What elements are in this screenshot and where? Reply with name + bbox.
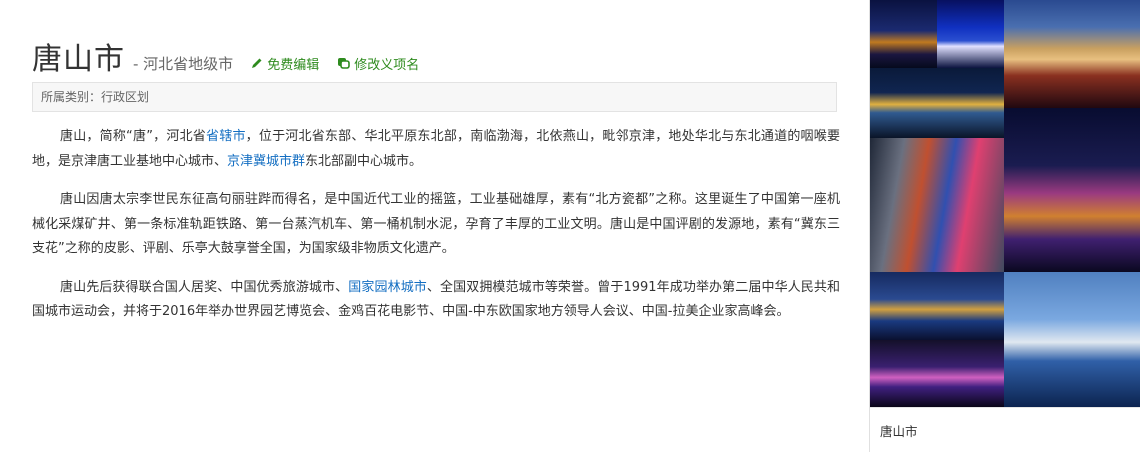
photo-night-bridge-skyline[interactable] (870, 0, 937, 68)
entry-link[interactable]: 京津冀城市群 (227, 154, 305, 169)
edit-button[interactable]: 免费编辑 (251, 54, 319, 73)
photo-arch-bridge-lights[interactable] (870, 68, 1004, 138)
paragraph-text: 东北部副中心城市。 (305, 153, 423, 169)
photo-highrise-aerial[interactable] (870, 138, 1004, 272)
entry-main: 唐山市 - 河北省地级市 免费编辑 修改义项名 所属类别：行政区划 唐山，简称“… (0, 0, 868, 452)
photo-waterfront-city[interactable] (870, 272, 1004, 340)
photo-purple-night-building[interactable] (870, 340, 1004, 407)
modify-name-button[interactable]: 修改义项名 (337, 54, 419, 73)
summary-paragraph: 唐山，简称“唐”，河北省省辖市，位于河北省东部、华北平原东北部，南临渤海，北依燕… (32, 125, 840, 174)
album-caption-box[interactable]: 唐山市 (870, 407, 1140, 452)
photo-cable-bridge[interactable] (1004, 272, 1140, 407)
edit-button-label: 免费编辑 (267, 57, 320, 73)
paragraph-text: 唐山因唐太宗李世民东征高句丽驻跸而得名，是中国近代工业的摇篮，工业基础雄厚，素有… (32, 192, 840, 256)
summary-paragraph: 唐山先后获得联合国人居奖、中国优秀旅游城市、国家园林城市、全国双拥模范城市等荣誉… (32, 276, 840, 325)
paragraph-text: 唐山先后获得联合国人居奖、中国优秀旅游城市、 (60, 279, 349, 295)
entry-link[interactable]: 省辖市 (206, 129, 246, 144)
category-box: 所属类别：行政区划 (32, 82, 837, 112)
photo-railway-station[interactable] (1004, 0, 1140, 108)
entry-link[interactable]: 国家园林城市 (348, 280, 427, 295)
paragraph-text: 唐山，简称“唐”，河北省 (60, 129, 207, 144)
baike-entry-page: 唐山市 - 河北省地级市 免费编辑 修改义项名 所属类别：行政区划 唐山，简称“… (0, 0, 1140, 452)
photo-river-panorama[interactable] (1004, 108, 1140, 272)
summary-paragraph: 唐山因唐太宗李世民东征高句丽驻跸而得名，是中国近代工业的摇篮，工业基础雄厚，素有… (32, 188, 840, 262)
modify-name-label: 修改义项名 (354, 57, 420, 73)
album-sidebar: 唐山市 (869, 0, 1140, 452)
entry-subtitle: - 河北省地级市 (133, 55, 234, 73)
photo-blue-night-towers[interactable] (937, 0, 1004, 68)
title-row: 唐山市 - 河北省地级市 免费编辑 修改义项名 (32, 34, 419, 77)
entry-summary: 唐山，简称“唐”，河北省省辖市，位于河北省东部、华北平原东北部，南临渤海，北依燕… (32, 125, 840, 339)
pencil-icon (252, 58, 262, 68)
photo-album[interactable] (870, 0, 1140, 407)
copy-icon (338, 58, 351, 69)
entry-title: 唐山市 (32, 42, 125, 77)
album-caption: 唐山市 (880, 424, 918, 439)
